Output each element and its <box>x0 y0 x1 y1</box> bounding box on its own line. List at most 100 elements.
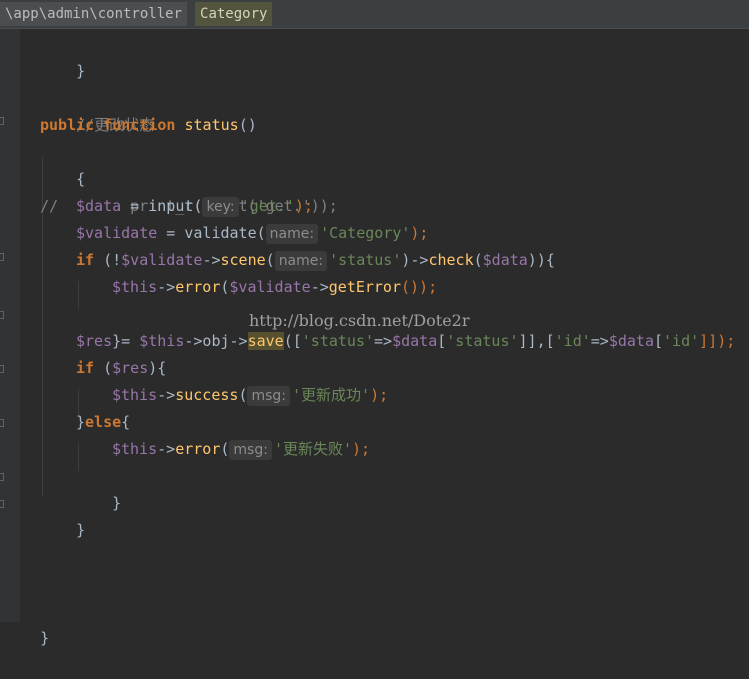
code-variable: $this <box>112 278 158 296</box>
code-token: )){ <box>527 251 555 269</box>
code-string: 'get.' <box>240 197 295 215</box>
breadcrumb-path[interactable]: \app\admin\controller <box>0 2 188 26</box>
code-token: = <box>112 332 140 350</box>
code-string: 'status' <box>329 251 402 269</box>
code-line[interactable]: } <box>40 31 85 80</box>
code-token: } <box>76 521 86 539</box>
code-token: { <box>76 170 86 188</box>
code-line[interactable]: $validate = validate(name: 'Category'); <box>76 220 428 247</box>
code-token: = validate( <box>157 224 266 242</box>
code-function: scene <box>220 251 266 269</box>
parameter-hint: name: <box>265 224 319 244</box>
code-token: } <box>112 494 122 512</box>
code-line[interactable]: } <box>76 463 121 512</box>
code-string: 'Category' <box>320 224 411 242</box>
code-token: } <box>40 629 50 647</box>
code-line[interactable]: print_r(input('get.')); <box>94 166 338 215</box>
code-line[interactable]: } <box>40 490 85 539</box>
watermark-text: http://blog.csdn.net/Dote2r <box>249 311 470 330</box>
code-function: error <box>175 440 221 458</box>
code-variable: $res <box>76 332 113 350</box>
code-token: -> <box>157 440 176 458</box>
code-token: [ <box>437 332 447 350</box>
code-token: -> <box>310 278 329 296</box>
code-function: success <box>175 386 239 404</box>
code-token: ); <box>294 197 313 215</box>
code-variable: $this <box>139 332 185 350</box>
code-token: () <box>238 116 257 134</box>
code-token: ()); <box>401 278 438 296</box>
code-token: -> <box>157 278 176 296</box>
code-token: -> <box>157 386 176 404</box>
parameter-hint: msg: <box>247 386 291 406</box>
code-token: } <box>76 413 86 431</box>
code-line[interactable]: $data = input(key:'get.'); <box>76 193 313 220</box>
code-line[interactable]: $res = $this->obj->save(['status'=>$data… <box>76 328 735 355</box>
code-variable: $data <box>608 332 654 350</box>
code-token: } <box>76 62 86 80</box>
code-token: = input( <box>121 197 203 215</box>
code-variable: $data <box>482 251 528 269</box>
code-token: ( <box>265 251 275 269</box>
code-string: '更新失败' <box>273 440 353 458</box>
breadcrumb-current[interactable]: Category <box>195 2 273 26</box>
code-variable: $data <box>392 332 438 350</box>
parameter-hint: key: <box>202 197 239 217</box>
code-token: ([ <box>283 332 302 350</box>
code-keyword: if <box>76 251 95 269</box>
code-string: 'id' <box>554 332 591 350</box>
code-line[interactable]: } <box>76 301 121 350</box>
code-token: (! <box>94 251 122 269</box>
code-function: status <box>184 116 239 134</box>
code-string: 'status' <box>301 332 375 350</box>
code-keyword: else <box>85 413 122 431</box>
code-function: error <box>175 278 221 296</box>
code-token: ( <box>220 440 230 458</box>
code-token: -> <box>202 251 221 269</box>
parameter-hint: name: <box>274 251 328 271</box>
code-line[interactable]: { <box>40 139 85 188</box>
code-variable: $validate <box>229 278 311 296</box>
code-keyword: if <box>76 359 95 377</box>
code-token: ( <box>94 359 113 377</box>
code-token: ){ <box>148 359 167 377</box>
code-line[interactable]: }else{ <box>76 409 130 436</box>
code-line[interactable]: if ($res){ <box>76 355 166 382</box>
code-token: ]]); <box>699 332 736 350</box>
code-token: => <box>374 332 393 350</box>
code-token: ( <box>238 386 248 404</box>
code-variable: $validate <box>76 224 158 242</box>
code-string: '更新成功' <box>292 386 371 404</box>
code-string: 'id' <box>663 332 700 350</box>
breadcrumb: \app\admin\controller Category <box>0 0 749 29</box>
code-keyword: public <box>40 116 95 134</box>
code-token: ); <box>352 440 371 458</box>
code-line[interactable]: $this->error(msg: '更新失败'); <box>112 436 370 463</box>
code-token: ->obj-> <box>184 332 248 350</box>
code-line[interactable]: public function status() <box>40 112 257 139</box>
code-keyword: function <box>103 116 176 134</box>
code-token: => <box>590 332 609 350</box>
code-line[interactable]: } <box>4 598 49 647</box>
code-token: ); <box>410 224 429 242</box>
code-line[interactable]: $this->success(msg: '更新成功'); <box>112 382 388 409</box>
code-token: ]],[ <box>518 332 555 350</box>
code-token: ( <box>473 251 483 269</box>
code-line[interactable]: $this->error($validate->getError()); <box>112 274 437 301</box>
code-token: ); <box>370 386 389 404</box>
code-function: getError <box>328 278 401 296</box>
code-line[interactable]: if (!$validate->scene(name:'status')->ch… <box>76 247 555 274</box>
code-token: )-> <box>401 251 429 269</box>
code-token: { <box>121 413 131 431</box>
code-line[interactable]: // <box>4 166 58 215</box>
code-function: save <box>247 332 284 350</box>
code-comment: // <box>40 197 59 215</box>
code-function: check <box>428 251 474 269</box>
code-variable: $validate <box>121 251 203 269</box>
code-line[interactable]: //更改状态 <box>40 85 154 134</box>
code-variable: $res <box>112 359 149 377</box>
code-variable: $data <box>76 197 122 215</box>
code-string: 'status' <box>446 332 519 350</box>
code-variable: $this <box>112 386 158 404</box>
parameter-hint: msg: <box>229 440 272 460</box>
